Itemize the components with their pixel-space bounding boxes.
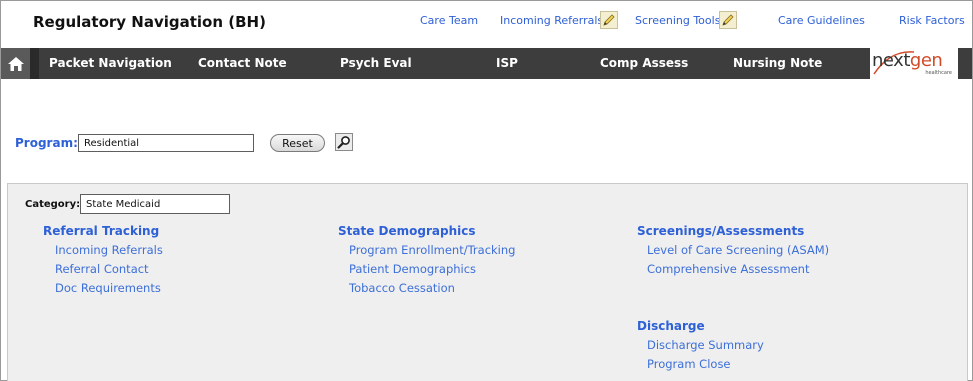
link-level-of-care-screening[interactable]: Level of Care Screening (ASAM) [647,243,829,262]
link-comprehensive-assessment[interactable]: Comprehensive Assessment [647,262,829,281]
pencil-icon[interactable] [719,11,737,29]
section-header-screenings-assessments[interactable]: Screenings/Assessments [637,224,829,243]
home-button[interactable] [1,48,30,79]
magnifier-icon [337,136,350,149]
link-program-enrollment[interactable]: Program Enrollment/Tracking [349,243,515,262]
nextgen-logo: nextgen healthcare [870,48,958,79]
referral-tracking-section: Referral Tracking Incoming Referrals Ref… [43,224,163,300]
nav-packet-navigation[interactable]: Packet Navigation [49,56,172,70]
nav-nursing-note[interactable]: Nursing Note [733,56,822,70]
care-guidelines-link[interactable]: Care Guidelines [778,14,865,27]
category-panel: Category: Referral Tracking Incoming Ref… [7,183,968,381]
screenings-assessments-section: Screenings/Assessments Level of Care Scr… [637,224,829,376]
link-tobacco-cessation[interactable]: Tobacco Cessation [349,281,515,300]
link-program-close[interactable]: Program Close [647,357,829,376]
screening-tools-link[interactable]: Screening Tools [635,14,720,27]
category-input[interactable] [80,194,230,214]
section-header-discharge[interactable]: Discharge [637,319,829,338]
program-input[interactable] [78,134,254,152]
section-header-referral-tracking[interactable]: Referral Tracking [43,224,163,243]
nav-separator [30,48,39,79]
home-icon [7,56,24,71]
top-links: Care Team Incoming Referrals Screening T… [0,11,973,32]
risk-factors-link[interactable]: Risk Factors [899,14,965,27]
link-referral-contact[interactable]: Referral Contact [55,262,163,281]
nav-bar: Packet Navigation Contact Note Psych Eva… [1,48,972,79]
reset-button[interactable]: Reset [270,134,325,152]
incoming-referrals-link[interactable]: Incoming Referrals [500,14,603,27]
category-label: Category: [25,199,81,210]
link-patient-demographics[interactable]: Patient Demographics [349,262,515,281]
program-label: Program: [15,136,78,150]
link-discharge-summary[interactable]: Discharge Summary [647,338,829,357]
pencil-icon[interactable] [600,11,618,29]
nav-isp[interactable]: ISP [496,56,518,70]
search-button[interactable] [335,133,353,151]
nav-psych-eval[interactable]: Psych Eval [340,56,412,70]
link-incoming-referrals[interactable]: Incoming Referrals [55,243,163,262]
nav-contact-note[interactable]: Contact Note [198,56,287,70]
link-doc-requirements[interactable]: Doc Requirements [55,281,163,300]
state-demographics-section: State Demographics Program Enrollment/Tr… [338,224,515,300]
nav-comp-assess[interactable]: Comp Assess [600,56,688,70]
section-header-state-demographics[interactable]: State Demographics [338,224,515,243]
care-team-link[interactable]: Care Team [420,14,478,27]
